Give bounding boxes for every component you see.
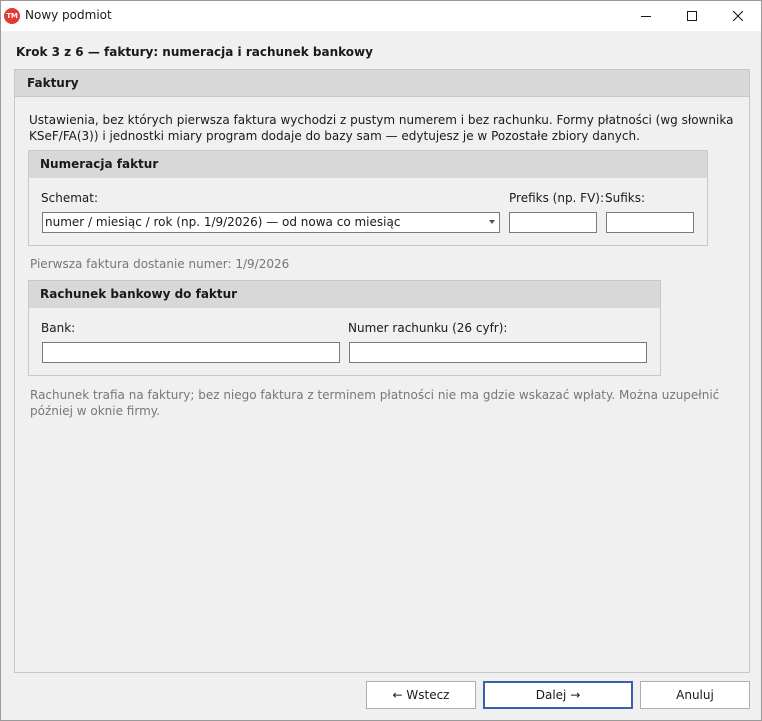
numeracja-group-title: Numeracja faktur (40, 157, 159, 171)
intro-text: Ustawienia, bez których pierwsza faktura… (29, 113, 734, 143)
numeracja-group-header: Numeracja faktur (29, 151, 707, 178)
close-icon (733, 11, 743, 21)
schemat-select[interactable]: numer / miesiąc / rok (np. 1/9/2026) — o… (42, 212, 500, 233)
bank-group-title: Rachunek bankowy do faktur (40, 287, 238, 301)
maximize-icon (687, 11, 697, 21)
dialog-window: TM Nowy podmiot Krok 3 z 6 — faktury: nu… (0, 0, 762, 721)
next-button[interactable]: Dalej → (483, 681, 633, 709)
back-button[interactable]: ← Wstecz (366, 681, 476, 709)
minimize-icon (641, 16, 651, 17)
bank-label: Bank: (41, 321, 76, 335)
app-logo-icon: TM (4, 8, 20, 24)
prefiks-input[interactable] (509, 212, 597, 233)
close-button[interactable] (715, 1, 761, 31)
faktury-panel-header: Faktury (15, 70, 749, 97)
bank-input[interactable] (42, 342, 340, 363)
bank-note: Rachunek trafia na faktury; bez niego fa… (30, 388, 720, 418)
chevron-down-icon (489, 220, 495, 224)
faktury-panel: Faktury Ustawienia, bez których pierwsza… (14, 69, 750, 673)
title-bar[interactable]: TM Nowy podmiot (1, 1, 761, 31)
schemat-select-value: numer / miesiąc / rok (np. 1/9/2026) — o… (45, 215, 401, 229)
sufiks-label: Sufiks: (605, 191, 646, 205)
bank-group-header: Rachunek bankowy do faktur (29, 281, 660, 308)
prefiks-label: Prefiks (np. FV): (509, 191, 605, 205)
bank-group: Rachunek bankowy do faktur Bank: Numer r… (28, 280, 661, 376)
sufiks-input[interactable] (606, 212, 694, 233)
account-label: Numer rachunku (26 cyfr): (348, 321, 508, 335)
account-number-input[interactable] (349, 342, 647, 363)
schemat-label: Schemat: (41, 191, 98, 205)
numbering-preview: Pierwsza faktura dostanie numer: 1/9/202… (30, 257, 290, 271)
numeracja-group: Numeracja faktur Schemat: numer / miesią… (28, 150, 708, 246)
step-title: Krok 3 z 6 — faktury: numeracja i rachun… (16, 45, 373, 59)
minimize-button[interactable] (623, 1, 669, 31)
dialog-content: Krok 3 z 6 — faktury: numeracja i rachun… (1, 31, 761, 720)
window-title: Nowy podmiot (25, 8, 112, 22)
maximize-button[interactable] (669, 1, 715, 31)
cancel-button[interactable]: Anuluj (640, 681, 750, 709)
faktury-panel-title: Faktury (27, 76, 79, 90)
